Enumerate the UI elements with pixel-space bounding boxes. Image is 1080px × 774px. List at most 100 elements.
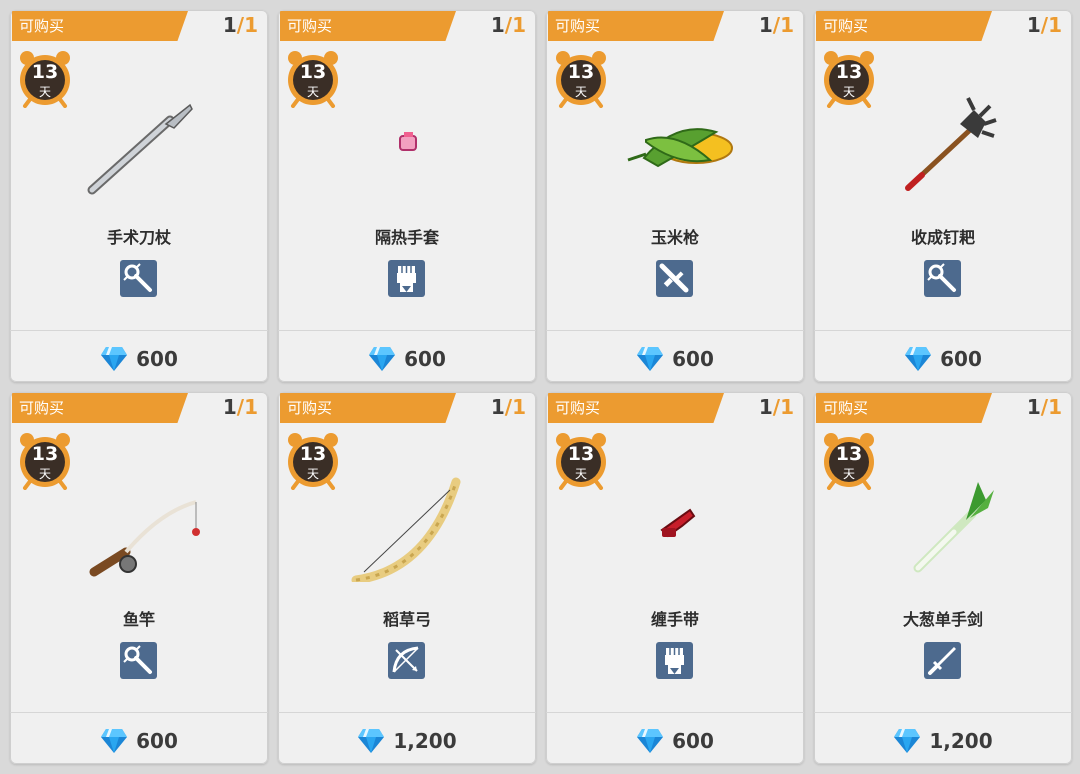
days-remaining-value: 13 [567, 443, 595, 465]
alarm-clock-icon: 13 天 [555, 430, 607, 490]
price-row: 600 [814, 342, 1072, 376]
status-label: 可购买 [19, 17, 65, 35]
item-name: 鱼竿 [122, 610, 155, 629]
price-row: 600 [278, 342, 536, 376]
stock-counter: 1/1 [223, 13, 258, 37]
price-row: 1,200 [278, 724, 536, 758]
bow-icon [392, 646, 419, 673]
stock-current: 1 [222, 395, 237, 419]
diamond-gem-icon [369, 347, 396, 371]
stock-counter: 1/1 [491, 395, 526, 419]
stock-total: 1 [244, 13, 258, 37]
shop-item-card-1[interactable]: 可购买 1/1 13 天 手术刀杖 600 [10, 10, 268, 382]
item-name: 缠手带 [650, 610, 699, 629]
status-label: 可购买 [19, 399, 65, 417]
diamond-gem-icon [894, 729, 921, 753]
status-label: 可购买 [287, 17, 333, 35]
divider [814, 712, 1072, 713]
heat-glove-icon [399, 132, 417, 151]
shop-item-card-6[interactable]: 可购买 1/1 13 天 稻草弓 1,200 [278, 392, 536, 764]
stock-current: 1 [758, 13, 773, 37]
item-name: 收成钉耙 [910, 228, 975, 247]
divider [10, 712, 268, 713]
stock-current: 1 [758, 395, 773, 419]
divider [10, 330, 268, 331]
item-art [338, 462, 478, 585]
fishing-rod-icon [89, 500, 200, 577]
gauntlet-type-badge [656, 642, 693, 679]
days-unit-label: 天 [842, 467, 855, 481]
price-row: 1,200 [814, 724, 1072, 758]
divider [546, 330, 804, 331]
stock-counter: 1/1 [759, 13, 794, 37]
bow-type-badge [388, 642, 425, 679]
shop-item-card-8[interactable]: 可购买 1/1 13 天 大葱单手剑 1,200 [814, 392, 1072, 764]
shop-item-card-3[interactable]: 可购买 1/1 13 天 玉米枪 600 [546, 10, 804, 382]
stock-total: 1 [512, 395, 526, 419]
item-art [606, 80, 746, 200]
price-row: 600 [546, 342, 804, 376]
shop-item-card-7[interactable]: 可购买 1/1 13 天 缠手带 600 [546, 392, 804, 764]
item-name: 玉米枪 [650, 228, 699, 247]
price-row: 600 [546, 724, 804, 758]
price-value: 600 [672, 729, 714, 753]
shop-item-card-5[interactable]: 可购买 1/1 13 天 鱼竿 600 [10, 392, 268, 764]
diamond-gem-icon [101, 347, 128, 371]
shop-grid: 可购买 1/1 13 天 手术刀杖 600 可购买 1/1 13 天 隔热手套 … [0, 0, 1080, 774]
price-value: 600 [940, 347, 982, 371]
alarm-clock-icon: 13 天 [19, 48, 71, 108]
stock-total: 1 [512, 13, 526, 37]
harvest-rake-icon [905, 97, 997, 191]
item-name: 稻草弓 [382, 610, 431, 629]
days-unit-label: 天 [574, 85, 587, 99]
item-art [606, 462, 746, 582]
price-value: 600 [404, 347, 446, 371]
days-unit-label: 天 [306, 467, 319, 481]
days-unit-label: 天 [38, 85, 51, 99]
alarm-clock-icon: 13 天 [555, 48, 607, 108]
stock-current: 1 [490, 13, 505, 37]
days-remaining-value: 13 [567, 61, 595, 83]
item-art [70, 80, 210, 200]
days-remaining-value: 13 [835, 443, 863, 465]
corn-gun-icon [627, 128, 733, 168]
stock-separator: / [504, 13, 513, 37]
diamond-gem-icon [905, 347, 932, 371]
divider [814, 330, 1072, 331]
sword-icon [928, 647, 956, 675]
days-unit-label: 天 [842, 85, 855, 99]
stock-total: 1 [244, 395, 258, 419]
stock-total: 1 [780, 13, 794, 37]
price-value: 600 [136, 347, 178, 371]
shop-item-card-4[interactable]: 可购买 1/1 13 天 收成钉耙 600 [814, 10, 1072, 382]
staff-type-badge [120, 642, 157, 679]
status-label: 可购买 [823, 399, 869, 417]
alarm-clock-icon: 13 天 [823, 48, 875, 108]
days-remaining-value: 13 [31, 443, 59, 465]
days-remaining-value: 13 [299, 61, 327, 83]
gauntlet-icon [397, 266, 416, 292]
price-value: 600 [672, 347, 714, 371]
days-unit-label: 天 [306, 85, 319, 99]
status-label: 可购买 [823, 17, 869, 35]
days-unit-label: 天 [38, 467, 51, 481]
price-row: 600 [10, 724, 268, 758]
item-name: 大葱单手剑 [902, 610, 983, 629]
divider [278, 330, 536, 331]
staff-icon [123, 263, 152, 292]
stock-counter: 1/1 [491, 13, 526, 37]
stock-separator: / [1040, 13, 1049, 37]
stock-counter: 1/1 [223, 395, 258, 419]
days-remaining-value: 13 [31, 61, 59, 83]
stock-counter: 1/1 [1027, 13, 1062, 37]
staff-type-badge [924, 260, 961, 297]
stock-current: 1 [222, 13, 237, 37]
sword-type-badge [924, 642, 961, 679]
shop-item-card-2[interactable]: 可购买 1/1 13 天 隔热手套 600 [278, 10, 536, 382]
days-unit-label: 天 [574, 467, 587, 481]
item-name: 隔热手套 [374, 228, 439, 247]
status-label: 可购买 [555, 399, 601, 417]
gauntlet-type-badge [388, 260, 425, 297]
diamond-gem-icon [358, 729, 385, 753]
hand-wrap-icon [660, 508, 696, 538]
